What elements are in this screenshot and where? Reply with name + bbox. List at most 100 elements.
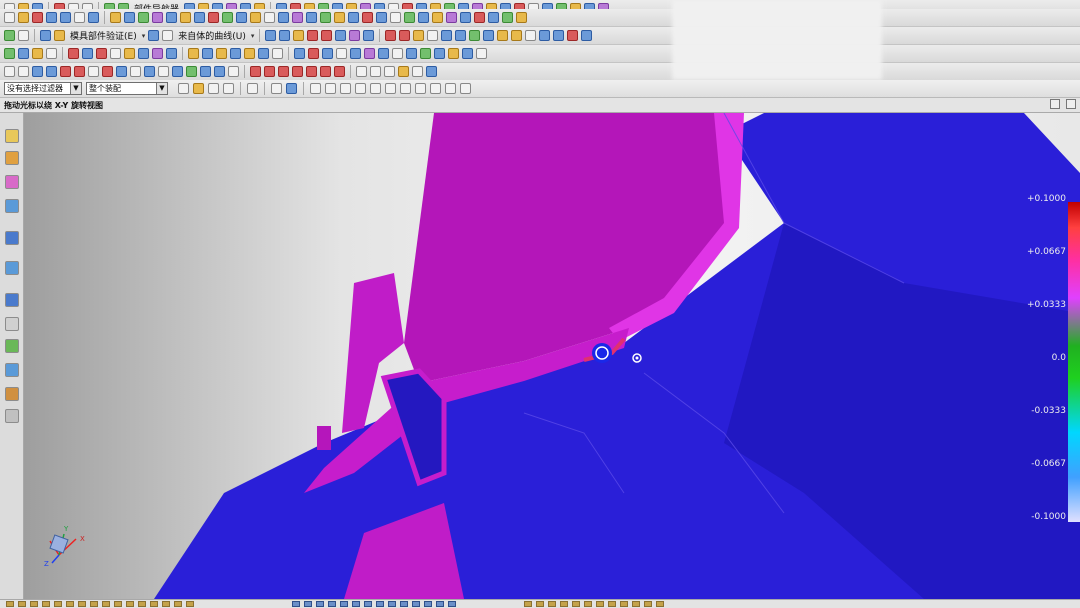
- tool-icon[interactable]: [4, 48, 15, 59]
- tool-icon[interactable]: [441, 30, 453, 41]
- tool-icon[interactable]: [54, 30, 65, 41]
- tool-icon[interactable]: [536, 601, 544, 607]
- tool-icon[interactable]: [294, 48, 305, 59]
- tool-icon[interactable]: [264, 12, 275, 23]
- tool-icon[interactable]: [102, 66, 113, 77]
- tool-icon[interactable]: [448, 48, 459, 59]
- clock-icon[interactable]: [5, 293, 19, 307]
- tool-icon[interactable]: [306, 12, 317, 23]
- tool-icon[interactable]: [320, 12, 331, 23]
- tool-icon[interactable]: [362, 12, 373, 23]
- tool-icon[interactable]: [66, 601, 74, 607]
- tool-icon[interactable]: [406, 48, 417, 59]
- tool-icon[interactable]: [334, 12, 345, 23]
- tool-icon[interactable]: [78, 601, 86, 607]
- tool-icon[interactable]: [32, 48, 43, 59]
- tool-icon[interactable]: [60, 12, 71, 23]
- restore-icon[interactable]: [1050, 98, 1061, 109]
- tool-icon[interactable]: [130, 66, 141, 77]
- graphics-window[interactable]: X Y Z: [24, 113, 1080, 599]
- tool-icon[interactable]: [524, 601, 532, 607]
- chevron-down-icon[interactable]: ▾: [251, 32, 255, 40]
- tool-icon[interactable]: [18, 66, 29, 77]
- tool-icon[interactable]: [124, 12, 135, 23]
- tool-icon[interactable]: [138, 12, 149, 23]
- tool-icon[interactable]: [376, 601, 384, 607]
- snap-plus-icon[interactable]: [430, 83, 441, 94]
- tool-icon[interactable]: [516, 12, 527, 23]
- tool-icon[interactable]: [180, 12, 191, 23]
- system-scenes-icon[interactable]: [5, 387, 19, 401]
- tool-icon[interactable]: [208, 12, 219, 23]
- tool-icon[interactable]: [356, 66, 367, 77]
- tool-icon[interactable]: [292, 66, 303, 77]
- tool-icon[interactable]: [304, 601, 312, 607]
- tool-icon[interactable]: [560, 601, 568, 607]
- tool-icon[interactable]: [46, 66, 57, 77]
- tool-icon[interactable]: [144, 66, 155, 77]
- tool-icon[interactable]: [186, 66, 197, 77]
- process-studio-icon[interactable]: [5, 339, 19, 353]
- tool-icon[interactable]: [553, 30, 565, 41]
- tool-icon[interactable]: [74, 12, 85, 23]
- tool-icon[interactable]: [336, 48, 347, 59]
- tool-icon[interactable]: [244, 48, 255, 59]
- tool-icon[interactable]: [223, 83, 234, 94]
- tool-icon[interactable]: [208, 83, 219, 94]
- tool-icon[interactable]: [200, 66, 211, 77]
- tool-icon[interactable]: [202, 48, 213, 59]
- tool-icon[interactable]: [60, 66, 71, 77]
- arc-icon[interactable]: [399, 30, 411, 41]
- chevron-down-icon[interactable]: ▼: [70, 83, 81, 94]
- system-materials-icon[interactable]: [5, 317, 19, 331]
- tool-icon[interactable]: [596, 601, 604, 607]
- tool-icon[interactable]: [632, 601, 640, 607]
- tool-icon[interactable]: [148, 30, 160, 41]
- line-icon[interactable]: [250, 66, 261, 77]
- palette-icon[interactable]: [5, 409, 19, 423]
- tool-icon[interactable]: [264, 66, 275, 77]
- tool-icon[interactable]: [448, 601, 456, 607]
- assembly-navigator-icon[interactable]: [5, 129, 19, 143]
- tool-icon[interactable]: [620, 601, 628, 607]
- tool-icon[interactable]: [432, 12, 443, 23]
- tool-icon[interactable]: [126, 601, 134, 607]
- tool-icon[interactable]: [350, 48, 361, 59]
- tool-icon[interactable]: [370, 66, 381, 77]
- tool-icon[interactable]: [258, 48, 269, 59]
- type-filter-dropdown[interactable]: 没有选择过滤器 ▼: [4, 82, 82, 95]
- tool-icon[interactable]: [82, 48, 93, 59]
- tool-icon[interactable]: [316, 601, 324, 607]
- tool-icon[interactable]: [608, 601, 616, 607]
- tool-icon[interactable]: [278, 66, 289, 77]
- tool-icon[interactable]: [166, 12, 177, 23]
- tool-icon[interactable]: [216, 48, 227, 59]
- tool-icon[interactable]: [308, 48, 319, 59]
- tool-icon[interactable]: [436, 601, 444, 607]
- tool-icon[interactable]: [6, 601, 14, 607]
- cube-icon[interactable]: [286, 83, 297, 94]
- tool-icon[interactable]: [404, 12, 415, 23]
- tool-icon[interactable]: [321, 30, 333, 41]
- tool-icon[interactable]: [222, 12, 233, 23]
- tool-icon[interactable]: [376, 12, 387, 23]
- tool-icon[interactable]: [462, 48, 473, 59]
- tool-icon[interactable]: [418, 12, 429, 23]
- tool-icon[interactable]: [328, 601, 336, 607]
- snap-center-icon[interactable]: [400, 83, 411, 94]
- tool-icon[interactable]: [88, 12, 99, 23]
- tool-icon[interactable]: [138, 601, 146, 607]
- web-browser-icon[interactable]: [5, 231, 19, 245]
- line-icon[interactable]: [385, 30, 397, 41]
- tool-icon[interactable]: [90, 601, 98, 607]
- part-navigator-icon[interactable]: [5, 175, 19, 189]
- tool-icon[interactable]: [292, 601, 300, 607]
- tool-icon[interactable]: [488, 12, 499, 23]
- tool-icon[interactable]: [32, 66, 43, 77]
- snap-circle-icon[interactable]: [415, 83, 426, 94]
- tool-icon[interactable]: [172, 66, 183, 77]
- tool-icon[interactable]: [46, 12, 57, 23]
- tool-icon[interactable]: [174, 601, 182, 607]
- tool-icon[interactable]: [420, 48, 431, 59]
- tool-icon[interactable]: [32, 12, 43, 23]
